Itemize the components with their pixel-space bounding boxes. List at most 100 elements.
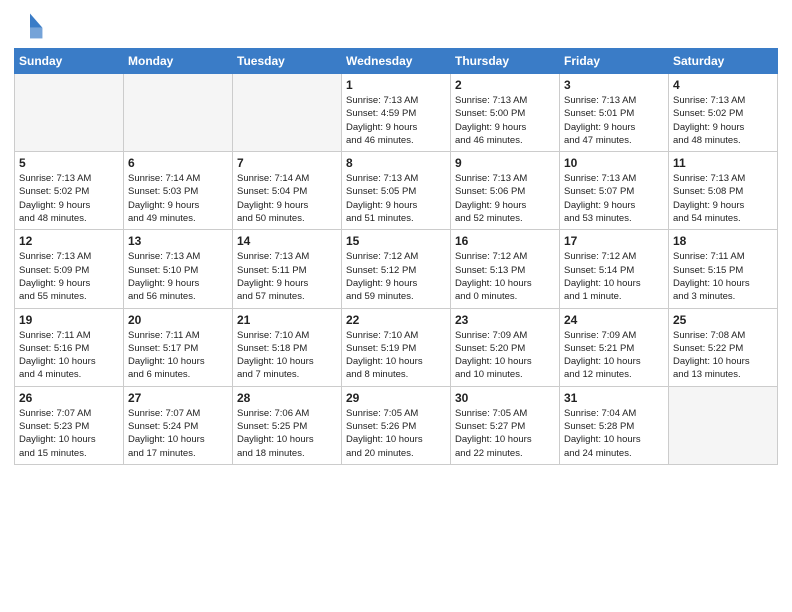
day-number: 29 xyxy=(346,391,446,405)
day-details: Sunrise: 7:12 AMSunset: 5:14 PMDaylight:… xyxy=(564,250,664,303)
week-row-5: 26Sunrise: 7:07 AMSunset: 5:23 PMDayligh… xyxy=(15,386,778,464)
day-details: Sunrise: 7:12 AMSunset: 5:12 PMDaylight:… xyxy=(346,250,446,303)
calendar-cell: 27 Sunrise: 7:07 AMSunset: 5:24 PMDayligh… xyxy=(124,386,233,464)
day-number: 8 xyxy=(346,156,446,170)
calendar-table: SundayMondayTuesdayWednesdayThursdayFrid… xyxy=(14,48,778,465)
day-number: 17 xyxy=(564,234,664,248)
weekday-header-thursday: Thursday xyxy=(451,49,560,74)
day-details: Sunrise: 7:13 AMSunset: 5:06 PMDaylight:… xyxy=(455,172,555,225)
week-row-2: 5Sunrise: 7:13 AMSunset: 5:02 PMDaylight… xyxy=(15,152,778,230)
calendar-cell xyxy=(233,74,342,152)
calendar-cell: 11 Sunrise: 7:13 AMSunset: 5:08 PMDayligh… xyxy=(669,152,778,230)
week-row-1: 1Sunrise: 7:13 AMSunset: 4:59 PMDaylight… xyxy=(15,74,778,152)
day-number: 16 xyxy=(455,234,555,248)
day-details: Sunrise: 7:13 AMSunset: 5:09 PMDaylight:… xyxy=(19,250,119,303)
calendar-cell: 14Sunrise: 7:13 AMSunset: 5:11 PMDayligh… xyxy=(233,230,342,308)
weekday-header-tuesday: Tuesday xyxy=(233,49,342,74)
calendar-cell: 30 Sunrise: 7:05 AMSunset: 5:27 PMDayligh… xyxy=(451,386,560,464)
calendar-cell: 19 Sunrise: 7:11 AMSunset: 5:16 PMDayligh… xyxy=(15,308,124,386)
day-details: Sunrise: 7:13 AMSunset: 5:01 PMDaylight:… xyxy=(564,94,664,147)
calendar-cell: 2 Sunrise: 7:13 AMSunset: 5:00 PMDaylight… xyxy=(451,74,560,152)
calendar-cell: 4 Sunrise: 7:13 AMSunset: 5:02 PMDaylight… xyxy=(669,74,778,152)
day-details: Sunrise: 7:10 AMSunset: 5:18 PMDaylight:… xyxy=(237,329,337,382)
day-number: 5 xyxy=(19,156,119,170)
day-details: Sunrise: 7:09 AMSunset: 5:21 PMDaylight:… xyxy=(564,329,664,382)
calendar-cell: 22 Sunrise: 7:10 AMSunset: 5:19 PMDayligh… xyxy=(342,308,451,386)
day-details: Sunrise: 7:13 AMSunset: 5:08 PMDaylight:… xyxy=(673,172,773,225)
calendar-cell: 7 Sunrise: 7:14 AMSunset: 5:04 PMDaylight… xyxy=(233,152,342,230)
calendar-cell: 1Sunrise: 7:13 AMSunset: 4:59 PMDaylight… xyxy=(342,74,451,152)
weekday-header-friday: Friday xyxy=(560,49,669,74)
calendar-cell: 13 Sunrise: 7:13 AMSunset: 5:10 PMDayligh… xyxy=(124,230,233,308)
day-details: Sunrise: 7:13 AMSunset: 5:10 PMDaylight:… xyxy=(128,250,228,303)
header xyxy=(14,10,778,42)
weekday-header-wednesday: Wednesday xyxy=(342,49,451,74)
day-number: 2 xyxy=(455,78,555,92)
day-number: 4 xyxy=(673,78,773,92)
calendar-cell: 16 Sunrise: 7:12 AMSunset: 5:13 PMDayligh… xyxy=(451,230,560,308)
weekday-header-saturday: Saturday xyxy=(669,49,778,74)
calendar-cell: 5Sunrise: 7:13 AMSunset: 5:02 PMDaylight… xyxy=(15,152,124,230)
calendar-cell: 15 Sunrise: 7:12 AMSunset: 5:12 PMDayligh… xyxy=(342,230,451,308)
day-number: 30 xyxy=(455,391,555,405)
day-details: Sunrise: 7:13 AMSunset: 5:11 PMDaylight:… xyxy=(237,250,337,303)
day-details: Sunrise: 7:13 AMSunset: 5:02 PMDaylight:… xyxy=(673,94,773,147)
day-number: 27 xyxy=(128,391,228,405)
weekday-header-row: SundayMondayTuesdayWednesdayThursdayFrid… xyxy=(15,49,778,74)
day-number: 28 xyxy=(237,391,337,405)
day-number: 13 xyxy=(128,234,228,248)
day-details: Sunrise: 7:05 AMSunset: 5:27 PMDaylight:… xyxy=(455,407,555,460)
day-number: 19 xyxy=(19,313,119,327)
day-number: 10 xyxy=(564,156,664,170)
day-details: Sunrise: 7:11 AMSunset: 5:16 PMDaylight:… xyxy=(19,329,119,382)
day-number: 6 xyxy=(128,156,228,170)
day-details: Sunrise: 7:14 AMSunset: 5:03 PMDaylight:… xyxy=(128,172,228,225)
day-number: 25 xyxy=(673,313,773,327)
weekday-header-monday: Monday xyxy=(124,49,233,74)
calendar-cell: 3 Sunrise: 7:13 AMSunset: 5:01 PMDaylight… xyxy=(560,74,669,152)
day-number: 23 xyxy=(455,313,555,327)
day-details: Sunrise: 7:09 AMSunset: 5:20 PMDaylight:… xyxy=(455,329,555,382)
day-details: Sunrise: 7:11 AMSunset: 5:17 PMDaylight:… xyxy=(128,329,228,382)
day-number: 3 xyxy=(564,78,664,92)
week-row-4: 19 Sunrise: 7:11 AMSunset: 5:16 PMDayligh… xyxy=(15,308,778,386)
calendar-cell: 26Sunrise: 7:07 AMSunset: 5:23 PMDayligh… xyxy=(15,386,124,464)
calendar-cell: 12 Sunrise: 7:13 AMSunset: 5:09 PMDayligh… xyxy=(15,230,124,308)
calendar-cell: 29 Sunrise: 7:05 AMSunset: 5:26 PMDayligh… xyxy=(342,386,451,464)
day-details: Sunrise: 7:07 AMSunset: 5:24 PMDaylight:… xyxy=(128,407,228,460)
day-details: Sunrise: 7:08 AMSunset: 5:22 PMDaylight:… xyxy=(673,329,773,382)
day-details: Sunrise: 7:13 AMSunset: 5:07 PMDaylight:… xyxy=(564,172,664,225)
day-details: Sunrise: 7:06 AMSunset: 5:25 PMDaylight:… xyxy=(237,407,337,460)
weekday-header-sunday: Sunday xyxy=(15,49,124,74)
logo-icon xyxy=(14,10,46,42)
day-details: Sunrise: 7:14 AMSunset: 5:04 PMDaylight:… xyxy=(237,172,337,225)
day-details: Sunrise: 7:05 AMSunset: 5:26 PMDaylight:… xyxy=(346,407,446,460)
day-number: 26 xyxy=(19,391,119,405)
day-details: Sunrise: 7:13 AMSunset: 5:00 PMDaylight:… xyxy=(455,94,555,147)
day-details: Sunrise: 7:13 AMSunset: 5:05 PMDaylight:… xyxy=(346,172,446,225)
calendar-cell: 20 Sunrise: 7:11 AMSunset: 5:17 PMDayligh… xyxy=(124,308,233,386)
calendar-cell xyxy=(15,74,124,152)
day-details: Sunrise: 7:12 AMSunset: 5:13 PMDaylight:… xyxy=(455,250,555,303)
logo xyxy=(14,10,50,42)
day-number: 15 xyxy=(346,234,446,248)
day-number: 20 xyxy=(128,313,228,327)
calendar-cell: 10 Sunrise: 7:13 AMSunset: 5:07 PMDayligh… xyxy=(560,152,669,230)
day-number: 11 xyxy=(673,156,773,170)
day-number: 18 xyxy=(673,234,773,248)
page: SundayMondayTuesdayWednesdayThursdayFrid… xyxy=(0,0,792,612)
day-number: 7 xyxy=(237,156,337,170)
calendar-cell: 9 Sunrise: 7:13 AMSunset: 5:06 PMDaylight… xyxy=(451,152,560,230)
calendar-cell: 24 Sunrise: 7:09 AMSunset: 5:21 PMDayligh… xyxy=(560,308,669,386)
day-details: Sunrise: 7:04 AMSunset: 5:28 PMDaylight:… xyxy=(564,407,664,460)
calendar-cell: 18Sunrise: 7:11 AMSunset: 5:15 PMDayligh… xyxy=(669,230,778,308)
day-number: 24 xyxy=(564,313,664,327)
week-row-3: 12 Sunrise: 7:13 AMSunset: 5:09 PMDayligh… xyxy=(15,230,778,308)
day-number: 9 xyxy=(455,156,555,170)
day-number: 12 xyxy=(19,234,119,248)
calendar-cell: 21Sunrise: 7:10 AMSunset: 5:18 PMDayligh… xyxy=(233,308,342,386)
calendar-cell: 8 Sunrise: 7:13 AMSunset: 5:05 PMDaylight… xyxy=(342,152,451,230)
calendar-cell: 6 Sunrise: 7:14 AMSunset: 5:03 PMDaylight… xyxy=(124,152,233,230)
day-number: 22 xyxy=(346,313,446,327)
day-details: Sunrise: 7:10 AMSunset: 5:19 PMDaylight:… xyxy=(346,329,446,382)
